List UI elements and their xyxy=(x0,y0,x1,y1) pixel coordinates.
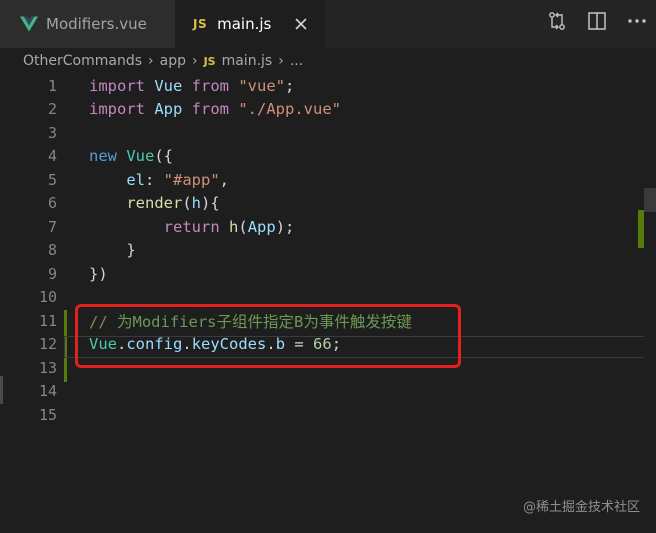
chevron-right-icon: › xyxy=(278,53,284,69)
breadcrumb-item-main-js[interactable]: main.js xyxy=(222,53,273,69)
compare-changes-icon[interactable] xyxy=(546,10,568,32)
breadcrumb-item-ellipsis[interactable]: ... xyxy=(290,53,303,69)
line-number: 11 xyxy=(38,311,57,330)
editor-actions xyxy=(546,10,648,32)
breadcrumb-item-othercommands[interactable]: OtherCommands xyxy=(23,53,142,69)
code-line: 6 render(h){ xyxy=(0,192,656,216)
code-line: 4 new Vue({ xyxy=(0,145,656,169)
line-number: 7 xyxy=(47,217,57,236)
line-number: 15 xyxy=(38,405,57,424)
code-text: new Vue({ xyxy=(89,147,174,166)
code-text: return h(App); xyxy=(89,217,295,236)
line-number: 14 xyxy=(38,382,57,401)
scrollbar-thumb[interactable] xyxy=(644,188,656,212)
line-number: 3 xyxy=(47,123,57,142)
code-line: 1 import Vue from "vue"; xyxy=(0,74,656,98)
highlight-annotation-box xyxy=(75,304,461,368)
split-editor-icon[interactable] xyxy=(586,10,608,32)
line-number: 6 xyxy=(47,194,57,213)
code-line: 5 el: "#app", xyxy=(0,168,656,192)
code-text: el: "#app", xyxy=(89,170,230,189)
tab-modifiers-vue[interactable]: Modifiers.vue xyxy=(0,0,175,48)
tab-main-js[interactable]: JS main.js xyxy=(175,0,325,48)
line-number: 5 xyxy=(47,170,57,189)
code-text: import App from "./App.vue" xyxy=(89,100,341,119)
vue-file-icon xyxy=(20,16,38,32)
js-file-icon: JS xyxy=(193,17,208,31)
code-line: 2 import App from "./App.vue" xyxy=(0,98,656,122)
code-text: import Vue from "vue"; xyxy=(89,76,295,95)
tab-label: Modifiers.vue xyxy=(46,15,147,33)
code-line: 8 } xyxy=(0,239,656,263)
code-text: }) xyxy=(89,264,108,283)
close-icon[interactable] xyxy=(291,14,311,34)
line-number: 12 xyxy=(38,335,57,354)
line-number: 13 xyxy=(38,358,57,377)
line-number: 9 xyxy=(47,264,57,283)
more-actions-icon[interactable] xyxy=(626,10,648,32)
js-file-icon: JS xyxy=(203,54,216,68)
code-line: 3 xyxy=(0,121,656,145)
code-line: 14 xyxy=(0,380,656,404)
chevron-right-icon: › xyxy=(191,53,198,69)
code-line: 9 }) xyxy=(0,262,656,286)
tab-bar: Modifiers.vue JS main.js xyxy=(0,0,656,48)
code-text: } xyxy=(89,241,136,260)
code-text: render(h){ xyxy=(89,194,220,213)
watermark: @稀土掘金技术社区 xyxy=(522,500,640,515)
tab-label: main.js xyxy=(217,15,272,33)
code-line: 7 return h(App); xyxy=(0,215,656,239)
breadcrumb-item-app[interactable]: app xyxy=(160,53,186,69)
line-number: 1 xyxy=(47,76,57,95)
line-number: 4 xyxy=(47,147,57,166)
code-line: 15 xyxy=(0,403,656,427)
breadcrumb: OtherCommands › app › JS main.js › ... xyxy=(0,48,656,74)
line-number: 8 xyxy=(47,241,57,260)
line-number: 2 xyxy=(47,100,57,119)
chevron-right-icon: › xyxy=(148,53,154,69)
vertical-scrollbar[interactable] xyxy=(644,74,656,533)
horizontal-scroll-indicator xyxy=(0,376,3,404)
overview-ruler-marker xyxy=(638,210,644,248)
line-number: 10 xyxy=(38,288,57,307)
